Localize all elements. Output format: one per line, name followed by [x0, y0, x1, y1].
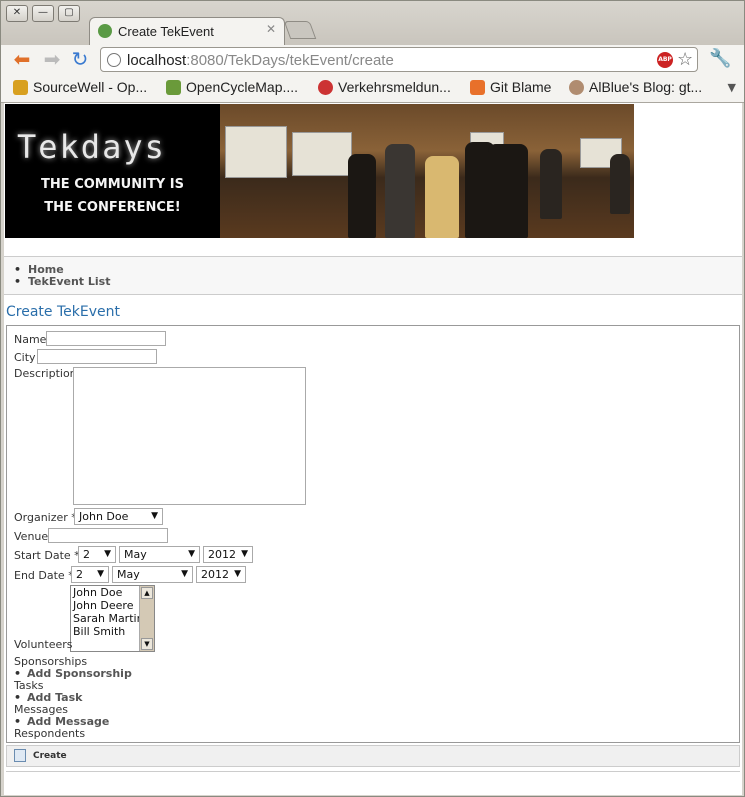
- bookmark-verkehrsmeldungen[interactable]: Verkehrsmeldun...: [318, 79, 451, 95]
- browser-toolbar: ⬅ ➡ ↻ localhost:8080/TekDays/tekEvent/cr…: [1, 45, 744, 75]
- nav-home-link[interactable]: Home: [14, 264, 742, 277]
- logo-wordmark: Tekdays: [17, 128, 166, 166]
- organizer-label: Organizer *: [14, 511, 77, 524]
- bookmark-git-blame[interactable]: Git Blame: [470, 79, 551, 95]
- save-icon: [14, 749, 26, 762]
- close-window-button[interactable]: ✕: [6, 5, 28, 22]
- description-label: Description: [14, 367, 77, 380]
- attendee: [488, 144, 528, 238]
- name-input[interactable]: [46, 331, 166, 346]
- scroll-down-icon[interactable]: ▼: [141, 638, 153, 650]
- tab-title: Create TekEvent: [118, 24, 214, 39]
- end-day-select[interactable]: 2 ▼: [71, 566, 109, 583]
- city-label: City: [14, 351, 36, 364]
- chevron-down-icon: ▼: [234, 569, 241, 579]
- chevron-down-icon: ▼: [151, 511, 158, 521]
- chevron-down-icon: ▼: [241, 549, 248, 559]
- logo-tagline-2: THE CONFERENCE!: [44, 200, 181, 215]
- page-info-icon[interactable]: [107, 53, 121, 67]
- footer-divider: [6, 771, 740, 772]
- wrench-menu-icon[interactable]: 🔧: [709, 48, 731, 69]
- sourcewell-icon: [13, 80, 28, 95]
- tab-close-icon[interactable]: ✕: [266, 22, 276, 36]
- venue-input[interactable]: [48, 528, 168, 543]
- url-text: localhost:8080/TekDays/tekEvent/create: [127, 52, 394, 69]
- respondents-label: Respondents: [14, 727, 86, 740]
- bookmarks-overflow-icon[interactable]: ▼: [728, 81, 736, 94]
- browser-window: ✕ — ▢ Create TekEvent ✕ ⬅ ➡ ↻ localhost:…: [0, 0, 745, 797]
- start-month-select[interactable]: May ▼: [119, 546, 200, 563]
- bookmark-alblue-blog[interactable]: AlBlue's Blog: gt...: [569, 79, 702, 95]
- name-label: Name: [14, 333, 47, 346]
- minimize-window-button[interactable]: —: [32, 5, 54, 22]
- title-bar: ✕ — ▢ Create TekEvent ✕: [1, 1, 744, 46]
- attendee: [610, 154, 630, 214]
- bookmark-star-icon[interactable]: ☆: [677, 49, 693, 70]
- maximize-window-button[interactable]: ▢: [58, 5, 80, 22]
- organizer-select[interactable]: John Doe ▼: [74, 508, 163, 525]
- page-title: Create TekEvent: [6, 304, 120, 320]
- create-button[interactable]: Create: [33, 751, 67, 761]
- city-input[interactable]: [37, 349, 157, 364]
- description-textarea[interactable]: [73, 367, 306, 505]
- back-icon[interactable]: ⬅: [11, 48, 33, 70]
- new-tab-button[interactable]: [283, 21, 317, 39]
- listbox-scrollbar[interactable]: ▲ ▼: [139, 586, 154, 651]
- volunteers-listbox[interactable]: John Doe John Deere Sarah Martin Bill Sm…: [70, 585, 155, 652]
- conference-photo: [220, 104, 634, 238]
- create-tekevent-form: Name City Description Organizer * John D…: [6, 325, 740, 743]
- chevron-down-icon: ▼: [97, 569, 104, 579]
- avatar-icon: [569, 80, 584, 95]
- tekdays-logo[interactable]: Tekdays THE COMMUNITY IS THE CONFERENCE!: [5, 104, 220, 238]
- bookmark-opencyclemap[interactable]: OpenCycleMap....: [166, 79, 298, 95]
- nav-list: Home TekEvent List: [4, 257, 742, 289]
- form-buttons-bar: Create: [6, 745, 740, 767]
- tab-create-tekevent[interactable]: Create TekEvent ✕: [89, 17, 285, 46]
- reload-icon[interactable]: ↻: [69, 48, 91, 70]
- start-date-label: Start Date *: [14, 549, 80, 562]
- poster-board: [292, 132, 352, 176]
- end-date-label: End Date *: [14, 569, 74, 582]
- nav-tekevent-list-link[interactable]: TekEvent List: [14, 276, 742, 289]
- venue-label: Venue: [14, 530, 49, 543]
- start-year-select[interactable]: 2012 ▼: [203, 546, 253, 563]
- chevron-down-icon: ▼: [188, 549, 195, 559]
- bookmark-sourcewell[interactable]: SourceWell - Op...: [13, 79, 147, 95]
- verkehr-icon: [318, 80, 333, 95]
- attendee: [385, 144, 415, 238]
- attendee: [425, 156, 459, 238]
- attendee: [540, 149, 562, 219]
- forward-icon[interactable]: ➡: [41, 48, 63, 70]
- page-viewport: Tekdays THE COMMUNITY IS THE CONFERENCE!…: [4, 103, 742, 795]
- chevron-down-icon: ▼: [104, 549, 111, 559]
- address-bar[interactable]: localhost:8080/TekDays/tekEvent/create A…: [100, 47, 698, 72]
- adblock-icon[interactable]: ABP: [657, 52, 673, 68]
- blogger-icon: [470, 80, 485, 95]
- logo-tagline-1: THE COMMUNITY IS: [41, 177, 184, 192]
- bookmarks-bar: SourceWell - Op... OpenCycleMap.... Verk…: [1, 75, 744, 103]
- chevron-down-icon: ▼: [181, 569, 188, 579]
- end-month-select[interactable]: May ▼: [112, 566, 193, 583]
- poster-board: [225, 126, 287, 178]
- start-day-select[interactable]: 2 ▼: [78, 546, 116, 563]
- opencyclemap-icon: [166, 80, 181, 95]
- grails-favicon-icon: [98, 24, 112, 38]
- scroll-up-icon[interactable]: ▲: [141, 587, 153, 599]
- navigation-bar: Home TekEvent List: [4, 256, 742, 295]
- volunteers-label: Volunteers: [14, 638, 73, 651]
- attendee: [348, 154, 376, 238]
- end-year-select[interactable]: 2012 ▼: [196, 566, 246, 583]
